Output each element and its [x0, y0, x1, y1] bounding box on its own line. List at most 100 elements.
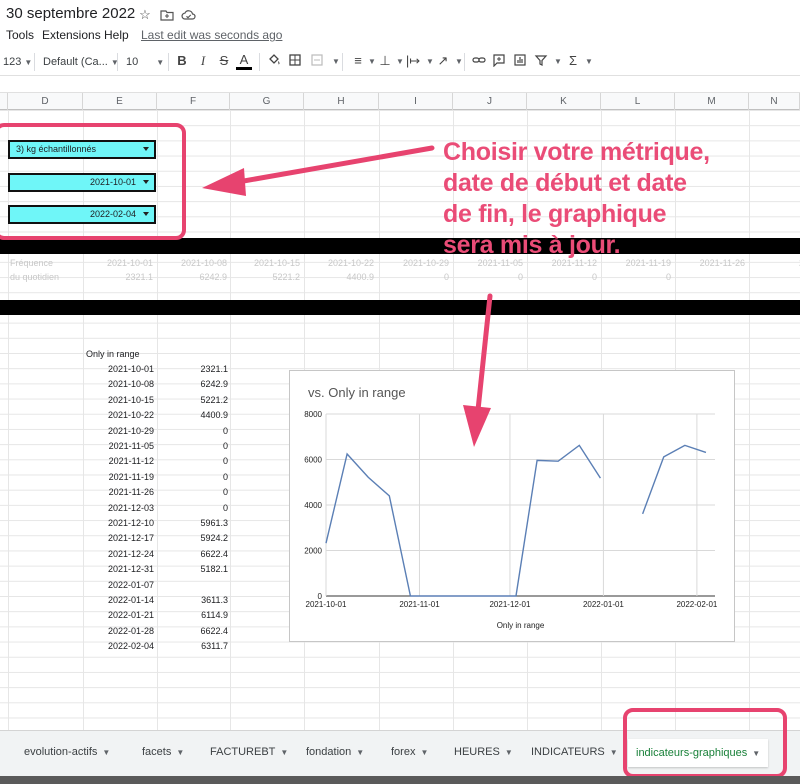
value-cell[interactable]: 6311.7	[156, 639, 228, 654]
value-cell[interactable]: 4400.9	[156, 408, 228, 423]
value-cell[interactable]: 6114.9	[156, 608, 228, 623]
insert-chart-icon[interactable]	[512, 53, 528, 69]
date-cell[interactable]: 2021-12-10	[82, 516, 154, 531]
column-header[interactable]: J	[453, 93, 527, 110]
date-cell[interactable]: 2021-10-08	[82, 377, 154, 392]
filter-icon[interactable]	[533, 53, 549, 69]
date-cell[interactable]: 2021-12-31	[82, 562, 154, 577]
line-chart[interactable]: vs. Only in range 0 2000 4000 6000 8000 2021-…	[289, 370, 735, 642]
value-cell[interactable]: 5221.2	[156, 393, 228, 408]
chevron-down-icon[interactable]: ▼	[554, 57, 562, 66]
column-header[interactable]: I	[379, 93, 453, 110]
sheet-tab[interactable]: fondation ▼	[306, 741, 364, 763]
date-cell[interactable]: 2021-11-12	[82, 454, 154, 469]
strikethrough-button[interactable]: S	[216, 53, 232, 69]
value-cell[interactable]: 0	[156, 439, 228, 454]
horizontal-align-icon[interactable]: ≡	[350, 53, 366, 69]
date-cell[interactable]: 2021-10-29	[82, 424, 154, 439]
chevron-down-icon: ▼	[24, 58, 33, 67]
number-format-button[interactable]: 123 ▼	[3, 54, 32, 70]
sheet-tab[interactable]: HEURES ▼	[454, 741, 513, 763]
text-rotation-icon[interactable]: ↗	[435, 53, 451, 69]
column-header[interactable]: N	[749, 93, 800, 110]
date-cell[interactable]: 2021-10-22	[82, 408, 154, 423]
value-cell[interactable]: 5182.1	[156, 562, 228, 577]
column-header[interactable]: F	[157, 93, 230, 110]
value-cell[interactable]: 5961.3	[156, 516, 228, 531]
vertical-align-icon[interactable]: ⊥	[377, 53, 393, 69]
x-tick-label: 2021-12-01	[489, 600, 530, 609]
y-tick-label: 8000	[304, 410, 322, 419]
value-cell[interactable]: 2321.1	[156, 362, 228, 377]
bold-button[interactable]: B	[174, 53, 190, 69]
value-cell[interactable]: 6622.4	[156, 547, 228, 562]
column-header[interactable]: L	[601, 93, 675, 110]
date-cell[interactable]: 2021-12-24	[82, 547, 154, 562]
date-cell[interactable]: 2022-01-14	[82, 593, 154, 608]
text-wrapping-icon[interactable]: |↦	[405, 53, 421, 69]
column-header[interactable]: E	[83, 93, 157, 110]
merge-cells-icon[interactable]	[309, 53, 325, 69]
sheet-tab[interactable]: forex ▼	[391, 741, 428, 763]
chevron-down-icon[interactable]: ▼	[368, 57, 376, 66]
chevron-down-icon[interactable]: ▼	[332, 57, 340, 66]
table-header[interactable]: Only in range	[86, 347, 186, 362]
column-header[interactable]: K	[527, 93, 601, 110]
date-cell[interactable]: 2022-01-28	[82, 624, 154, 639]
value-cell[interactable]: 0	[156, 470, 228, 485]
functions-icon[interactable]: Σ	[565, 53, 581, 69]
font-family-select[interactable]: Default (Ca... ▼	[43, 54, 119, 70]
value-cell[interactable]: 5924.2	[156, 531, 228, 546]
column-header[interactable]: H	[304, 93, 379, 110]
date-cell[interactable]: 2021-11-05	[82, 439, 154, 454]
chevron-down-icon[interactable]: ▼	[426, 57, 434, 66]
chevron-down-icon[interactable]: ▼	[455, 57, 463, 66]
value-cell[interactable]: 0	[156, 424, 228, 439]
value-cell[interactable]: 0	[156, 454, 228, 469]
date-cell[interactable]: 2022-02-04	[82, 639, 154, 654]
column-header[interactable]: G	[230, 93, 304, 110]
toolbar-divider	[34, 53, 35, 71]
date-cell[interactable]: 2021-10-01	[82, 362, 154, 377]
italic-button[interactable]: I	[195, 53, 211, 69]
value-cell[interactable]	[156, 578, 228, 593]
value-cell[interactable]: 6242.9	[156, 377, 228, 392]
fill-color-icon[interactable]	[266, 53, 282, 69]
date-cell[interactable]: 2021-12-17	[82, 531, 154, 546]
date-cell[interactable]: 2021-11-19	[82, 470, 154, 485]
sheet-tab[interactable]: INDICATEURS ▼	[531, 741, 618, 763]
document-title[interactable]: 30 septembre 2022	[6, 5, 135, 22]
date-cell[interactable]: 2021-10-15	[82, 393, 154, 408]
value-cell[interactable]: 6622.4	[156, 624, 228, 639]
chevron-down-icon: ▼	[609, 748, 618, 757]
sheet-tab[interactable]: FACTUREBT ▼	[210, 741, 288, 763]
value-cell[interactable]: 0	[156, 501, 228, 516]
sheet-tab[interactable]: evolution-actifs ▼	[24, 741, 110, 763]
chevron-down-icon[interactable]: ▼	[585, 57, 593, 66]
menu-tools[interactable]: Tools	[6, 28, 34, 42]
insert-link-icon[interactable]	[471, 53, 487, 69]
date-cell[interactable]: 2022-01-21	[82, 608, 154, 623]
value-cell[interactable]: 0	[156, 485, 228, 500]
star-icon[interactable]: ☆	[138, 8, 152, 22]
annotation-line: sera mis à jour.	[443, 231, 621, 259]
text-color-button[interactable]: A	[236, 53, 252, 70]
date-cell[interactable]: 2021-11-26	[82, 485, 154, 500]
insert-comment-icon[interactable]	[491, 53, 507, 69]
last-edit-link[interactable]: Last edit was seconds ago	[141, 28, 282, 42]
sheet-tab[interactable]: facets ▼	[142, 741, 184, 763]
row-header-corner[interactable]	[0, 93, 8, 110]
column-header[interactable]: M	[675, 93, 749, 110]
menu-help[interactable]: Help	[104, 28, 129, 42]
borders-icon[interactable]	[287, 53, 303, 69]
chevron-down-icon[interactable]: ▼	[396, 57, 404, 66]
column-header[interactable]: D	[8, 93, 83, 110]
date-cell[interactable]: 2021-12-03	[82, 501, 154, 516]
value-cell[interactable]: 3611.3	[156, 593, 228, 608]
move-to-folder-icon[interactable]	[160, 8, 174, 22]
cloud-status-icon[interactable]	[181, 8, 196, 22]
menu-extensions[interactable]: Extensions	[42, 28, 101, 42]
font-size-select[interactable]: 10 ▼	[126, 54, 164, 70]
x-axis-label: Only in range	[497, 621, 545, 630]
date-cell[interactable]: 2022-01-07	[82, 578, 154, 593]
